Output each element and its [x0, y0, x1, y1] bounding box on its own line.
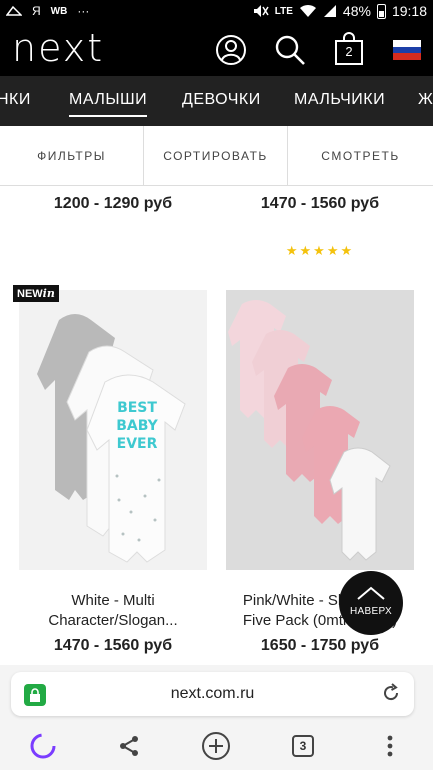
- browser-url-area: next.com.ru: [0, 665, 433, 723]
- battery-percent: 48%: [342, 3, 371, 19]
- bag-count: 2: [345, 44, 353, 59]
- chevron-up-icon: [357, 586, 385, 600]
- reload-icon[interactable]: [380, 682, 402, 709]
- back-to-top-button[interactable]: НАВЕРХ: [339, 571, 403, 635]
- url-text: next.com.ru: [170, 685, 255, 702]
- rating-stars: ★★★★★: [285, 243, 355, 258]
- russia-flag-icon[interactable]: [389, 32, 425, 68]
- sort-button[interactable]: СОРТИРОВАТЬ: [144, 126, 287, 186]
- product-image[interactable]: BEST BABY EVER: [19, 290, 207, 570]
- site-header: next 2: [0, 24, 433, 76]
- lte-indicator: LTE: [274, 5, 293, 17]
- product-title-line: White - Multi: [71, 592, 155, 609]
- tabs-button[interactable]: 3: [288, 731, 318, 761]
- svg-text:BABY: BABY: [116, 418, 158, 434]
- category-previous[interactable]: НКИ: [0, 91, 31, 109]
- next-logo[interactable]: next: [12, 26, 104, 70]
- tabs-count: 3: [292, 735, 314, 757]
- badge-new: NEW: [17, 288, 43, 300]
- category-nav: НКИ МАЛЫШИ ДЕВОЧКИ МАЛЬЧИКИ Ж: [0, 76, 433, 126]
- product-image[interactable]: [226, 290, 414, 570]
- product-title-line: Character/Slogan...: [48, 612, 178, 629]
- filters-button[interactable]: ФИЛЬТРЫ: [0, 126, 143, 186]
- product-price: 1200 - 1290 руб: [53, 195, 173, 212]
- category-malchiki[interactable]: МАЛЬЧИКИ: [294, 91, 385, 109]
- yandex-notification: Я: [32, 4, 41, 18]
- search-icon[interactable]: [272, 32, 308, 68]
- status-bar: Я WB ··· LTE 48% 19:18: [0, 0, 433, 24]
- svg-text:BEST: BEST: [117, 400, 157, 416]
- mute-icon: [253, 5, 269, 17]
- clock: 19:18: [391, 3, 427, 19]
- view-button[interactable]: СМОТРЕТЬ: [288, 126, 433, 186]
- new-tab-icon[interactable]: [201, 731, 231, 761]
- product-price: 1470 - 1560 руб: [260, 195, 380, 212]
- wifi-icon: [299, 4, 316, 17]
- product-price: 1470 - 1560 руб: [53, 637, 173, 654]
- new-in-badge: NEWin: [13, 285, 59, 302]
- account-icon[interactable]: [213, 32, 249, 68]
- product-title[interactable]: White - Multi Character/Slogan...: [18, 591, 208, 631]
- svg-text:EVER: EVER: [117, 436, 158, 452]
- product-price: 1650 - 1750 руб: [260, 637, 380, 654]
- battery-icon: [376, 3, 386, 19]
- back-to-top-label: НАВЕРХ: [350, 606, 392, 617]
- category-malyshi[interactable]: МАЛЫШИ: [69, 91, 148, 117]
- badge-in: in: [42, 287, 55, 300]
- more-notifications: ···: [77, 4, 90, 18]
- alice-icon[interactable]: [28, 731, 58, 761]
- filter-bar: ФИЛЬТРЫ СОРТИРОВАТЬ СМОТРЕТЬ: [0, 126, 433, 186]
- signal-icon: [323, 5, 336, 17]
- share-icon[interactable]: [114, 731, 144, 761]
- bag-icon[interactable]: 2: [331, 32, 367, 68]
- category-devochki[interactable]: ДЕВОЧКИ: [182, 91, 261, 109]
- address-bar[interactable]: next.com.ru: [11, 672, 414, 716]
- menu-icon[interactable]: [375, 731, 405, 761]
- wb-notification: WB: [50, 5, 68, 17]
- category-next[interactable]: Ж: [418, 91, 433, 109]
- browser-bottom-nav: 3: [0, 723, 433, 770]
- notification-icon: [6, 5, 22, 16]
